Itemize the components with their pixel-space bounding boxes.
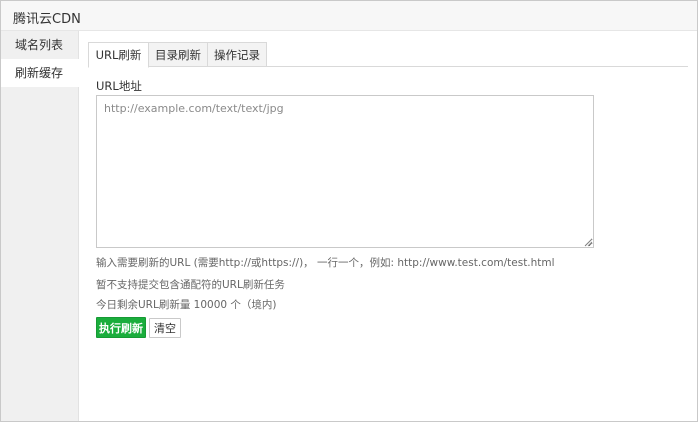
wildcard-hint: 暂不支持提交包含通配符的URL刷新任务 (96, 279, 285, 291)
tab-directory-refresh[interactable]: 目录刷新 (148, 42, 208, 67)
url-textarea[interactable] (96, 95, 594, 248)
sidebar-item-domain-list[interactable]: 域名列表 (1, 31, 78, 59)
tab-url-refresh[interactable]: URL刷新 (88, 42, 149, 68)
tab-operation-log[interactable]: 操作记录 (207, 42, 267, 67)
main-content: URL刷新 目录刷新 操作记录 URL地址 输入需要刷新的URL (需要http… (79, 31, 697, 421)
execute-refresh-button[interactable]: 执行刷新 (96, 317, 146, 338)
quota-hint: 今日剩余URL刷新量 10000 个（境内) (96, 299, 277, 311)
cdn-plugin-window: 腾讯云CDN 域名列表 刷新缓存 URL刷新 目录刷新 操作记录 URL地址 输… (0, 0, 698, 422)
window-title: 腾讯云CDN (13, 12, 81, 27)
clear-button[interactable]: 清空 (149, 318, 181, 338)
resize-grip-icon[interactable] (583, 237, 593, 247)
url-format-hint: 输入需要刷新的URL (需要http://或https://)， 一行一个，例如… (96, 257, 555, 269)
url-field-label: URL地址 (96, 79, 142, 93)
tab-bar: URL刷新 目录刷新 操作记录 (88, 42, 688, 68)
title-bar: 腾讯云CDN (1, 1, 697, 31)
sidebar: 域名列表 刷新缓存 (1, 31, 79, 421)
sidebar-item-refresh-cache[interactable]: 刷新缓存 (1, 59, 79, 87)
